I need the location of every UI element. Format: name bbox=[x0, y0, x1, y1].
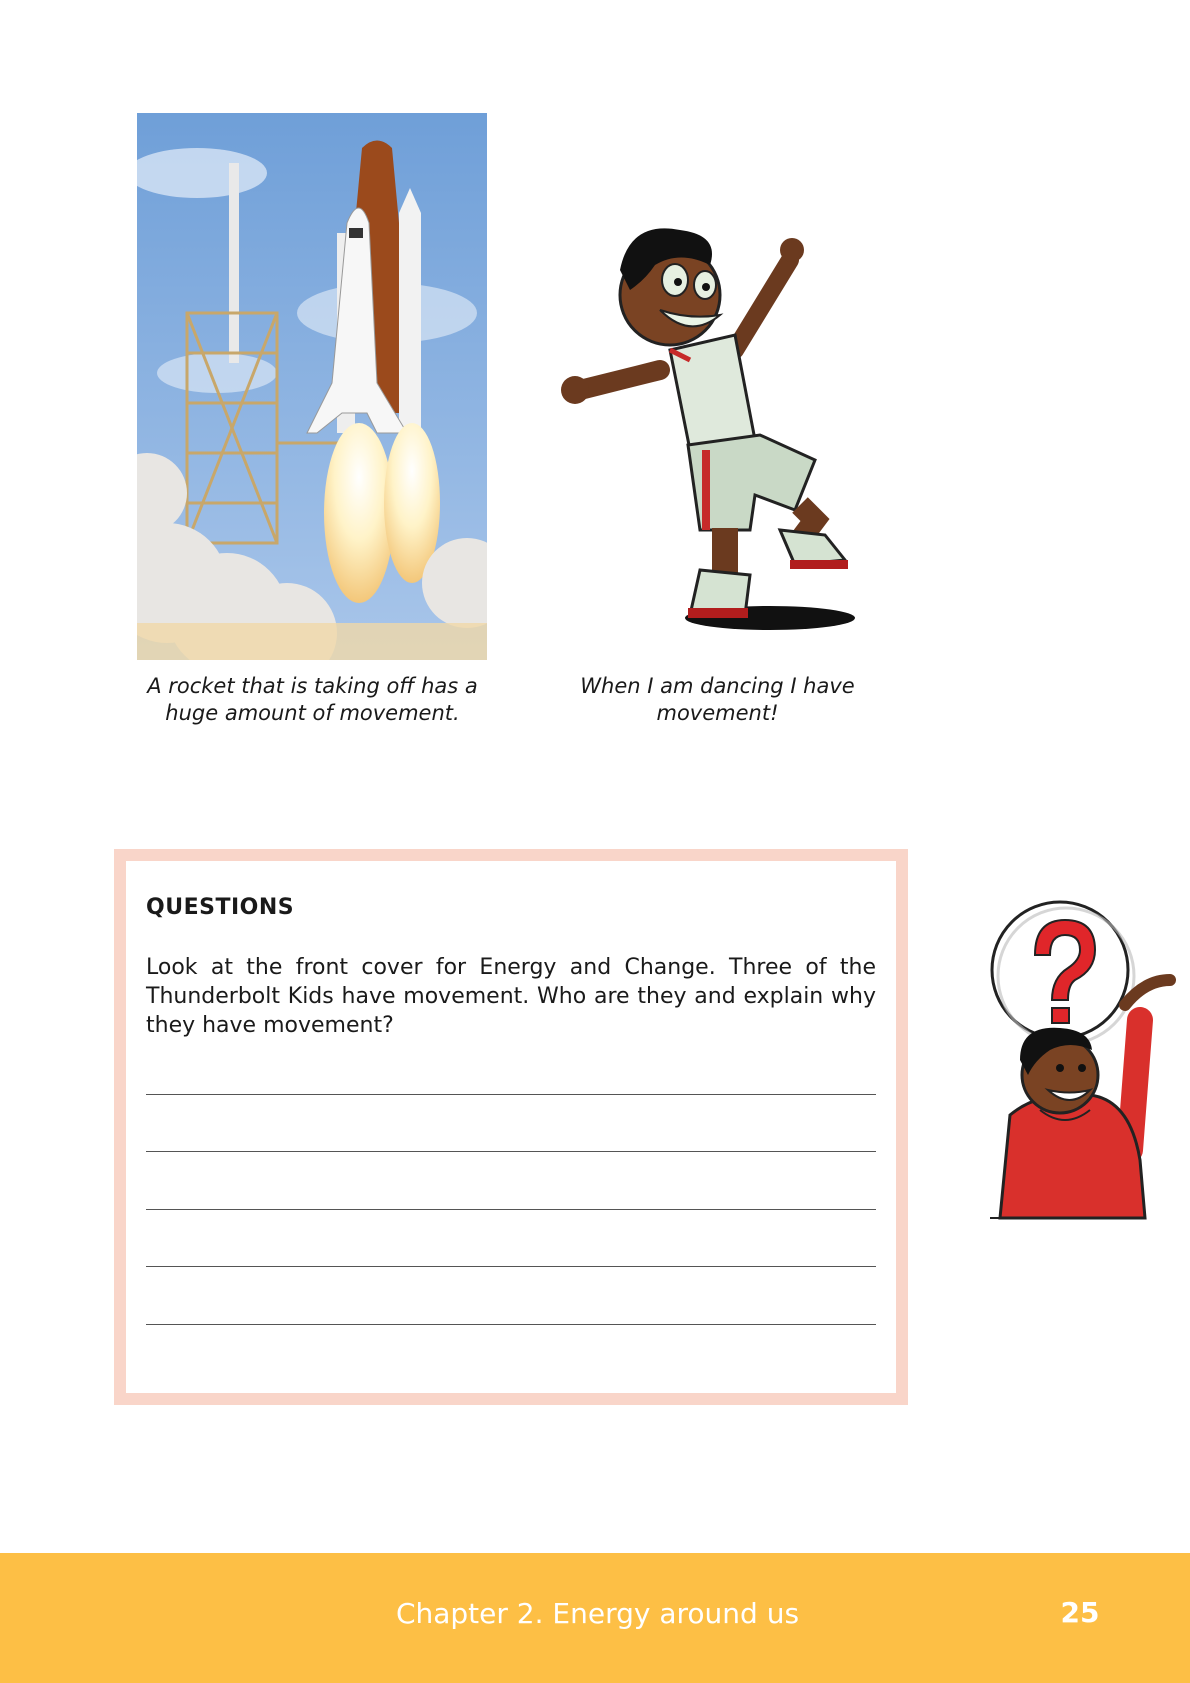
page-number: 25 bbox=[1060, 1596, 1100, 1629]
question-boy-illustration bbox=[990, 900, 1176, 1220]
answer-line[interactable] bbox=[146, 1266, 876, 1267]
answer-line[interactable] bbox=[146, 1151, 876, 1152]
questions-text: Look at the front cover for Energy and C… bbox=[146, 955, 876, 1038]
rocket-caption: A rocket that is taking off has a huge a… bbox=[147, 674, 478, 725]
rocket-launch-photo bbox=[137, 113, 487, 660]
questions-box bbox=[114, 849, 908, 1405]
dancer-caption: When I am dancing I have movement! bbox=[580, 674, 855, 725]
questions-title: QUESTIONS bbox=[146, 895, 295, 920]
dancing-boy-illustration bbox=[561, 228, 855, 630]
footer-chapter-title: Chapter 2. Energy around us bbox=[395, 1597, 800, 1630]
answer-line[interactable] bbox=[146, 1094, 876, 1095]
answer-line[interactable] bbox=[146, 1324, 876, 1325]
answer-line[interactable] bbox=[146, 1209, 876, 1210]
